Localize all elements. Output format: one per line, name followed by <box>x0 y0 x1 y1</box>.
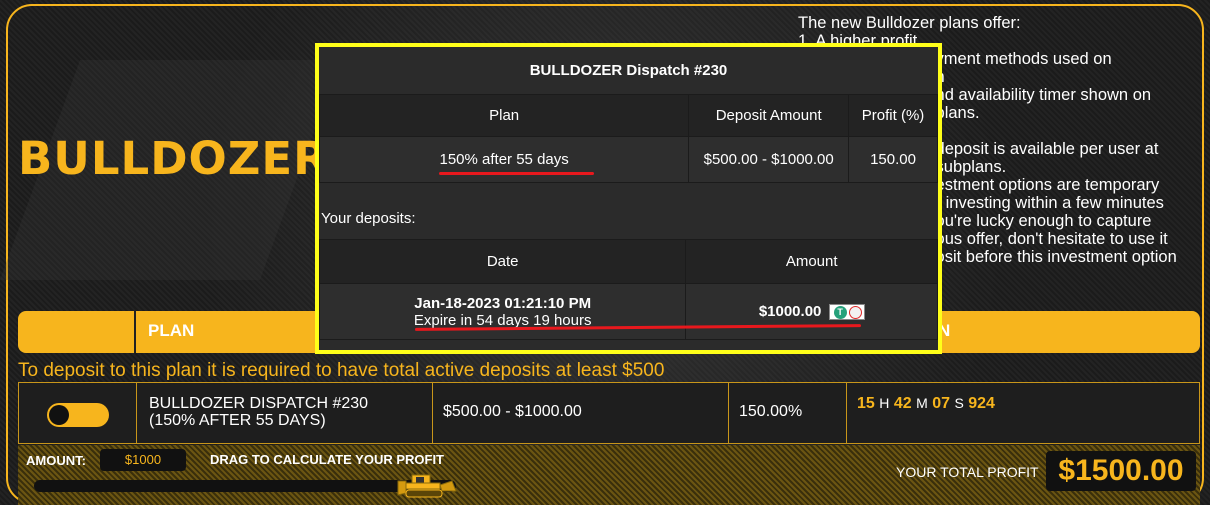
timer-hours: 15 <box>857 395 875 412</box>
plan-range-cell: $500.00 - $1000.00 <box>433 383 729 443</box>
amount-column-header: Amount <box>685 239 938 284</box>
plan-column-header: Plan <box>318 94 690 137</box>
popup-title: BULLDOZER Dispatch #230 <box>529 62 728 79</box>
total-profit-label: YOUR TOTAL PROFIT <box>896 464 1039 480</box>
drag-hint: DRAG TO CALCULATE YOUR PROFIT <box>210 452 444 467</box>
tether-usdt-tron-icon: T <box>828 304 865 321</box>
plan-row[interactable]: BULLDOZER DISPATCH #230 (150% AFTER 55 D… <box>18 382 1200 444</box>
plan-name-cell: BULLDOZER DISPATCH #230 (150% AFTER 55 D… <box>137 383 433 443</box>
timer-milliseconds: 924 <box>968 395 995 412</box>
timer-minutes-unit: M <box>916 395 928 411</box>
timer-seconds: 07 <box>932 395 950 412</box>
amount-value[interactable]: $1000 <box>100 449 186 471</box>
plan-name: BULLDOZER DISPATCH #230 (150% AFTER 55 D… <box>149 395 368 429</box>
plan-underline-annotation <box>439 172 594 175</box>
profit-column-header: Profit (%) <box>848 94 938 137</box>
total-profit-value: $1500.00 <box>1046 451 1196 491</box>
deposit-amount-column-header: Deposit Amount <box>688 94 850 137</box>
timer-minutes: 42 <box>893 395 912 412</box>
profit-cell: 150.00 <box>848 136 938 183</box>
header-divider <box>134 311 136 353</box>
deposit-requirement-notice: To deposit to this plan it is required t… <box>18 360 665 381</box>
plan-range: $500.00 - $1000.00 <box>443 403 582 420</box>
deposit-amount-value-cell: $1000.00 T <box>685 283 938 340</box>
your-deposits-label: Your deposits: <box>321 210 416 227</box>
plan-timer: 15 H 42 M 07 S 924 <box>857 395 995 413</box>
profit-calculator: AMOUNT: $1000 DRAG TO CALCULATE YOUR PRO… <box>18 445 1200 505</box>
description-line: The new Bulldozer plans offer: <box>798 14 1021 32</box>
toggle-cell <box>19 383 137 443</box>
toggle-knob[interactable] <box>49 405 69 425</box>
deposit-amount: $1000.00 <box>758 302 822 320</box>
plan-cell: 150% after 55 days <box>318 136 690 183</box>
page-title-accent: BULLDOZER <box>18 132 329 185</box>
amount-label: AMOUNT: <box>26 453 86 468</box>
plan-select-toggle[interactable] <box>47 403 109 427</box>
deposit-details-popup: BULLDOZER Dispatch #230 Plan Deposit Amo… <box>315 43 942 354</box>
plan-name-line2: (150% AFTER 55 DAYS) <box>149 412 326 429</box>
deposit-amount-cell: $500.00 - $1000.00 <box>688 136 850 183</box>
bulldozer-slider-handle-icon[interactable] <box>396 471 458 499</box>
timer-hours-unit: H <box>879 395 890 411</box>
plan-profit: 150.00% <box>739 403 803 420</box>
timer-seconds-unit: S <box>954 395 964 411</box>
plan-name-line1: BULLDOZER DISPATCH #230 <box>149 395 369 412</box>
deposit-date: Jan-18-2023 01:21:10 PM <box>414 294 592 312</box>
page-title: BULLDOZER I <box>18 132 363 185</box>
amount-slider-track[interactable] <box>34 480 456 492</box>
date-column-header: Date <box>318 239 687 284</box>
deposit-date-cell: Jan-18-2023 01:21:10 PM Expire in 54 day… <box>318 283 687 340</box>
plan-profit-cell: 150.00% <box>729 383 847 443</box>
header-plan-label: PLAN <box>148 321 195 340</box>
plan-details-table: Plan Deposit Amount Profit (%) 150% afte… <box>318 94 938 183</box>
